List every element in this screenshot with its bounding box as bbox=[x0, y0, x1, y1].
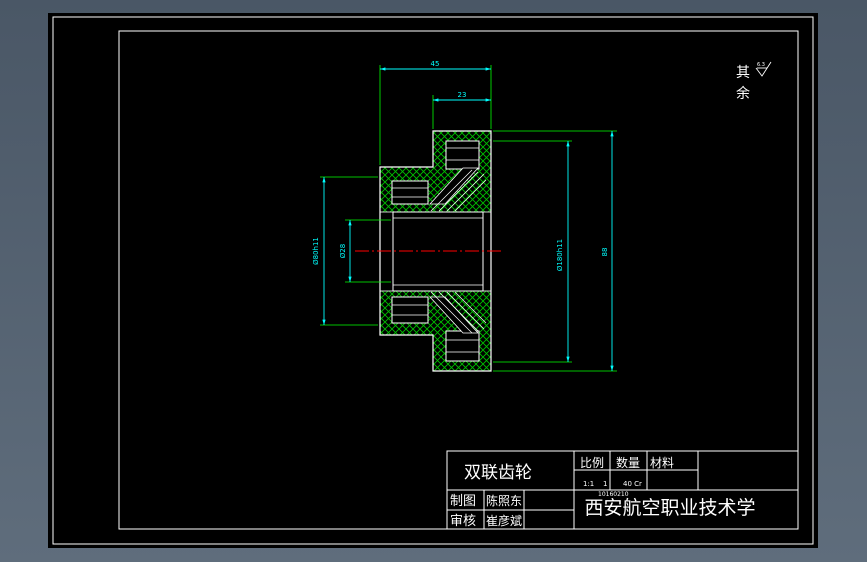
header-quantity: 数量 bbox=[616, 455, 640, 470]
part-name: 双联齿轮 bbox=[464, 463, 532, 483]
drawn-label: 制图 bbox=[450, 494, 476, 509]
drawing-number: 10160210 bbox=[598, 491, 629, 498]
dim-text-hub: 23 bbox=[458, 91, 467, 99]
dim-text-bore: Ø28 bbox=[339, 244, 347, 258]
roughness-value: 6.3 bbox=[757, 62, 765, 68]
drawn-name: 陈照东 bbox=[486, 493, 522, 508]
dim-text-gear-diameter: Ø180h11 bbox=[556, 239, 564, 271]
dim-text-overall: 45 bbox=[431, 60, 440, 68]
dim-text-left-diameter: Ø80h11 bbox=[312, 237, 320, 265]
checked-label: 审核 bbox=[450, 514, 476, 529]
dim-text-height: 88 bbox=[601, 248, 609, 257]
school-name: 西安航空职业技术学 bbox=[584, 497, 755, 519]
value-material: 40 Cr bbox=[623, 480, 642, 488]
header-material: 材料 bbox=[650, 456, 674, 470]
value-scale: 1:1 bbox=[583, 480, 594, 488]
surface-note-line2: 余 bbox=[736, 85, 750, 102]
checked-name: 崔彦斌 bbox=[486, 513, 522, 528]
bore bbox=[392, 211, 484, 292]
header-scale: 比例 bbox=[580, 456, 604, 470]
cad-viewport: 45 23 Ø80h11 Ø28 Ø180h11 88 其 余 6.3 双联齿轮… bbox=[48, 13, 818, 548]
value-quantity: 1 bbox=[603, 480, 607, 488]
surface-note-line1: 其 bbox=[736, 65, 750, 81]
